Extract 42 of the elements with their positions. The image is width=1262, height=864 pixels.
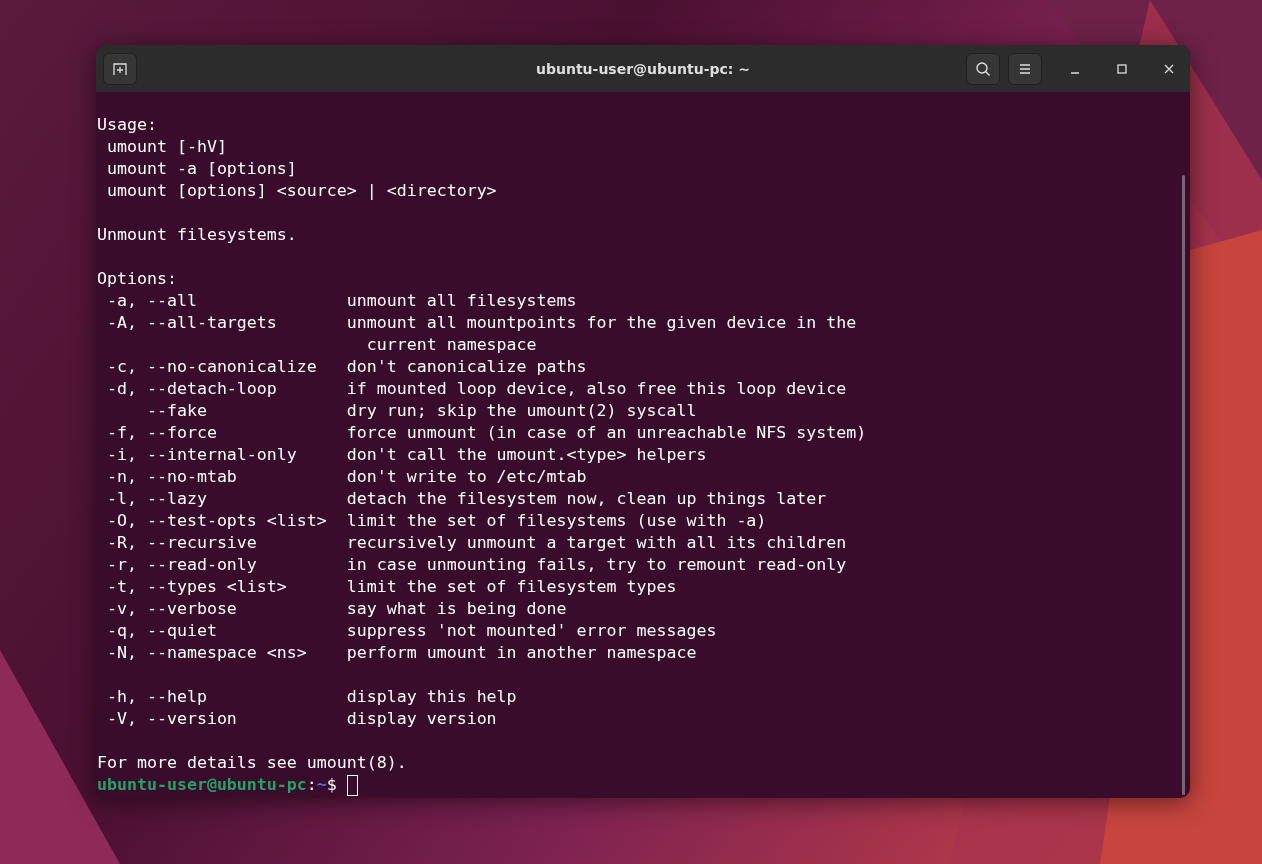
terminal-line: -l, --lazy detach the filesystem now, clean up things later [106,488,827,510]
minimize-icon [1071,71,1079,74]
terminal-line: Usage: [97,114,157,136]
terminal-line: -v, --verbose say what is being done [106,598,567,620]
terminal-line: -V, --version display version [106,708,497,730]
menu-button[interactable] [1008,52,1042,85]
new-tab-button[interactable] [103,52,137,85]
terminal-line: current namespace [365,334,537,356]
terminal-line: -A, --all-targets unmount all mountpoints for the given device in the [106,312,857,334]
terminal-line: -a, --all unmount all filesystems [106,290,577,312]
terminal-line: -h, --help display this help [106,686,517,708]
terminal-line: -c, --no-canonicalize don't canonicalize paths [106,356,587,378]
maximize-icon [1117,63,1127,74]
prompt-symbol: $ [326,774,337,796]
terminal-line: -N, --namespace <ns> perform umount in another namespace [106,642,697,664]
terminal-line: -i, --internal-only don't call the umount.<type> helpers [106,444,707,466]
terminal-line: -R, --recursive recursively unmount a target with all its children [106,532,847,554]
terminal-line: umount [options] <source> | <directory> [106,180,497,202]
terminal-line: -r, --read-only in case unmounting fails, try to remount read-only [106,554,847,576]
terminal-line: -n, --no-mtab don't write to /etc/mtab [106,466,587,488]
terminal-line: --fake dry run; skip the umount(2) syscall [145,400,697,422]
terminal-line: -f, --force force unmount (in case of an unreachable NFS system) [106,422,867,444]
search-button[interactable] [966,52,1000,85]
prompt-user-host: ubuntu-user@ubuntu-pc [97,774,307,796]
prompt-path: ~ [316,774,327,796]
new-tab-icon [112,60,128,77]
text-cursor [346,774,358,796]
terminal-line: umount -a [options] [106,158,297,180]
scrollbar[interactable] [1182,175,1185,795]
window-title: ubuntu-user@ubuntu-pc: ~ [536,60,750,77]
close-icon [1164,63,1174,74]
terminal-line: -q, --quiet suppress 'not mounted' error messages [106,620,717,642]
prompt-separator: : [306,774,317,796]
terminal-line: Unmount filesystems. [97,224,297,246]
terminal-line: For more details see umount(8). [97,752,407,774]
search-icon [975,60,991,77]
terminal-line: -O, --test-opts <list> limit the set of filesystems (use with -a) [106,510,767,532]
terminal-line: -d, --detach-loop if mounted loop device, also free this loop device [106,378,847,400]
terminal-line: -t, --types <list> limit the set of filesystem types [106,576,677,598]
terminal-line: umount [-hV] [106,136,227,158]
terminal-line: Options: [97,268,177,290]
menu-icon [1018,62,1032,75]
